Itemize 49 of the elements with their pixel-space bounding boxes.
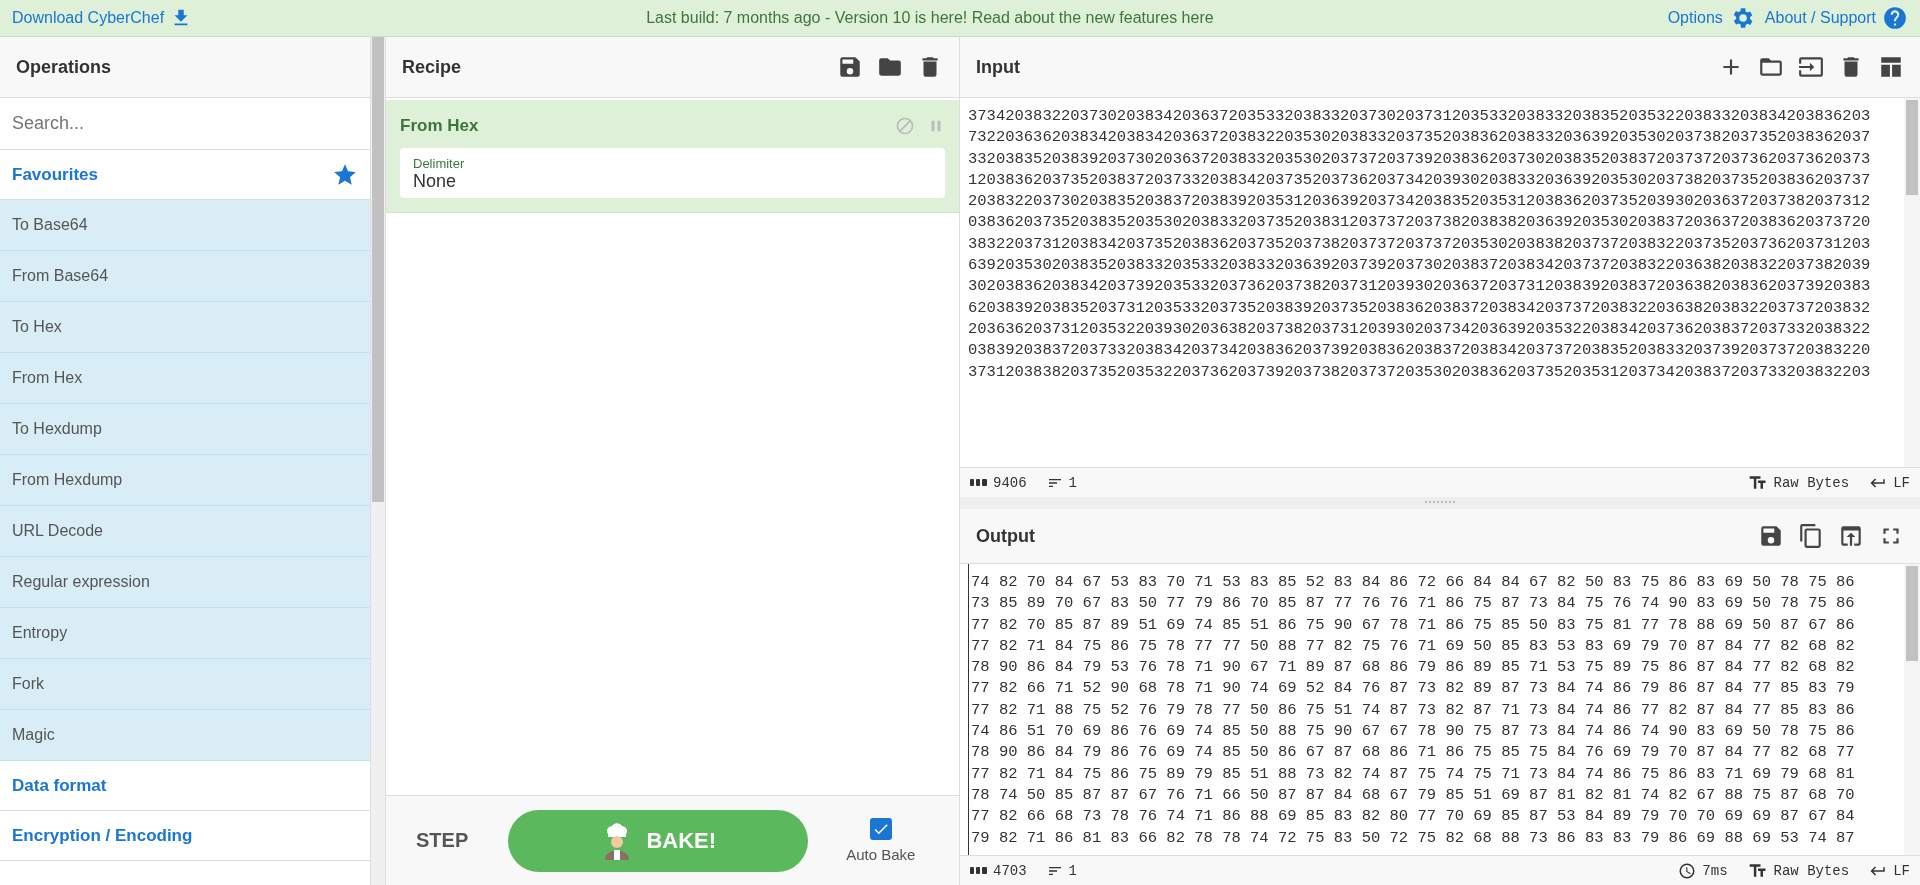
- category-header[interactable]: Encryption / Encoding: [0, 811, 370, 861]
- operation-item[interactable]: Fork: [0, 659, 370, 710]
- auto-bake-checkbox[interactable]: [869, 818, 892, 840]
- operation-item[interactable]: From Hexdump: [0, 455, 370, 506]
- scrollbar-thumb[interactable]: [1906, 100, 1918, 195]
- length-count: 4703: [993, 862, 1027, 879]
- help-icon: [1882, 5, 1908, 31]
- operation-item[interactable]: From Hex: [0, 353, 370, 404]
- operation-item[interactable]: To Hex: [0, 302, 370, 353]
- build-notice: Last build: 7 months ago - Version 10 is here! Read about the new features here: [645, 9, 1215, 27]
- step-name: From Hex: [400, 116, 480, 136]
- layout-icon[interactable]: [1878, 54, 1904, 80]
- operation-item[interactable]: Entropy: [0, 608, 370, 659]
- scrollbar-thumb[interactable]: [372, 37, 384, 502]
- output-title: Output: [976, 525, 1036, 547]
- save-icon[interactable]: [837, 54, 863, 80]
- scrollbar-thumb[interactable]: [1906, 566, 1918, 661]
- copy-icon[interactable]: [1798, 523, 1824, 549]
- length-icon: [970, 479, 987, 486]
- encoding-button[interactable]: Raw Bytes: [1747, 860, 1850, 881]
- auto-bake-label: Auto Bake: [846, 846, 916, 863]
- upload-icon[interactable]: [1838, 523, 1864, 549]
- step-button[interactable]: STEP: [406, 821, 479, 860]
- encoding-button[interactable]: Raw Bytes: [1747, 472, 1850, 493]
- about-link[interactable]: About / Support: [1764, 5, 1908, 31]
- input-title: Input: [976, 56, 1021, 78]
- operation-item[interactable]: Magic: [0, 710, 370, 761]
- eol-button[interactable]: LF: [1869, 861, 1910, 880]
- operation-item[interactable]: Regular expression: [0, 557, 370, 608]
- save-icon[interactable]: [1758, 523, 1784, 549]
- operations-title: Operations: [16, 56, 113, 78]
- bake-time: 7ms: [1702, 862, 1728, 879]
- line-count: 1: [1068, 474, 1077, 491]
- import-icon[interactable]: [1798, 54, 1824, 80]
- eol-button[interactable]: LF: [1869, 473, 1910, 492]
- recipe-title: Recipe: [402, 56, 463, 78]
- operation-item[interactable]: To Base64: [0, 200, 370, 251]
- input-text[interactable]: 3734203832203730203834203637203533203833203730203731203533203833203835203532203833203834203836203 7322036362038342038342036372038322035302038332037352038362038332036392035302037382037352038362037 3320383520383920373020363720383320353020373720373920383620373020383520383720373720373620373620373 1203836203735203837203733203834203735203736203734203930203833203639203530203738203735203836203737 2038322037302038352038372038392035312036392037342038352035312038362037352039302036372037382037312 0383620373520383520353020383320373520383120373720373820383820363920353020383720363720383620373720 3832203731203834203735203836203735203738203737203737203530203838203737203832203735203736203731203 6392035302038352038332035332038332036392037392037302038372038342037372038322036382038322037382039 3020383620383420373920353320373620373820373120393020363720373120383920383720363820383620373920383 6203839203835203731203533203735203839203735203836203837203834203737203832203638203832203737203832 2036362037312035322039302036382037382037312039302037342036392035322038342037362038372037332038322 0383920383720373320383420373420383620373920383620383720383420373720383520383320373920373720383220 3731203838203735203532203736203739203738203737203530203836203735203531203734203837203733203832203: [960, 98, 1904, 467]
- options-link[interactable]: Options: [1667, 5, 1755, 31]
- operation-item[interactable]: URL Decode: [0, 506, 370, 557]
- category-header[interactable]: Data format: [0, 761, 370, 811]
- length-icon: [970, 867, 987, 874]
- length-count: 9406: [993, 474, 1027, 491]
- operation-item[interactable]: To Hexdump: [0, 404, 370, 455]
- download-link[interactable]: Download CyberChef: [12, 7, 193, 29]
- clock-icon: [1678, 861, 1697, 880]
- operation-item[interactable]: From Base64: [0, 251, 370, 302]
- line-count: 1: [1068, 862, 1077, 879]
- delimiter-field[interactable]: Delimiter None: [400, 148, 945, 198]
